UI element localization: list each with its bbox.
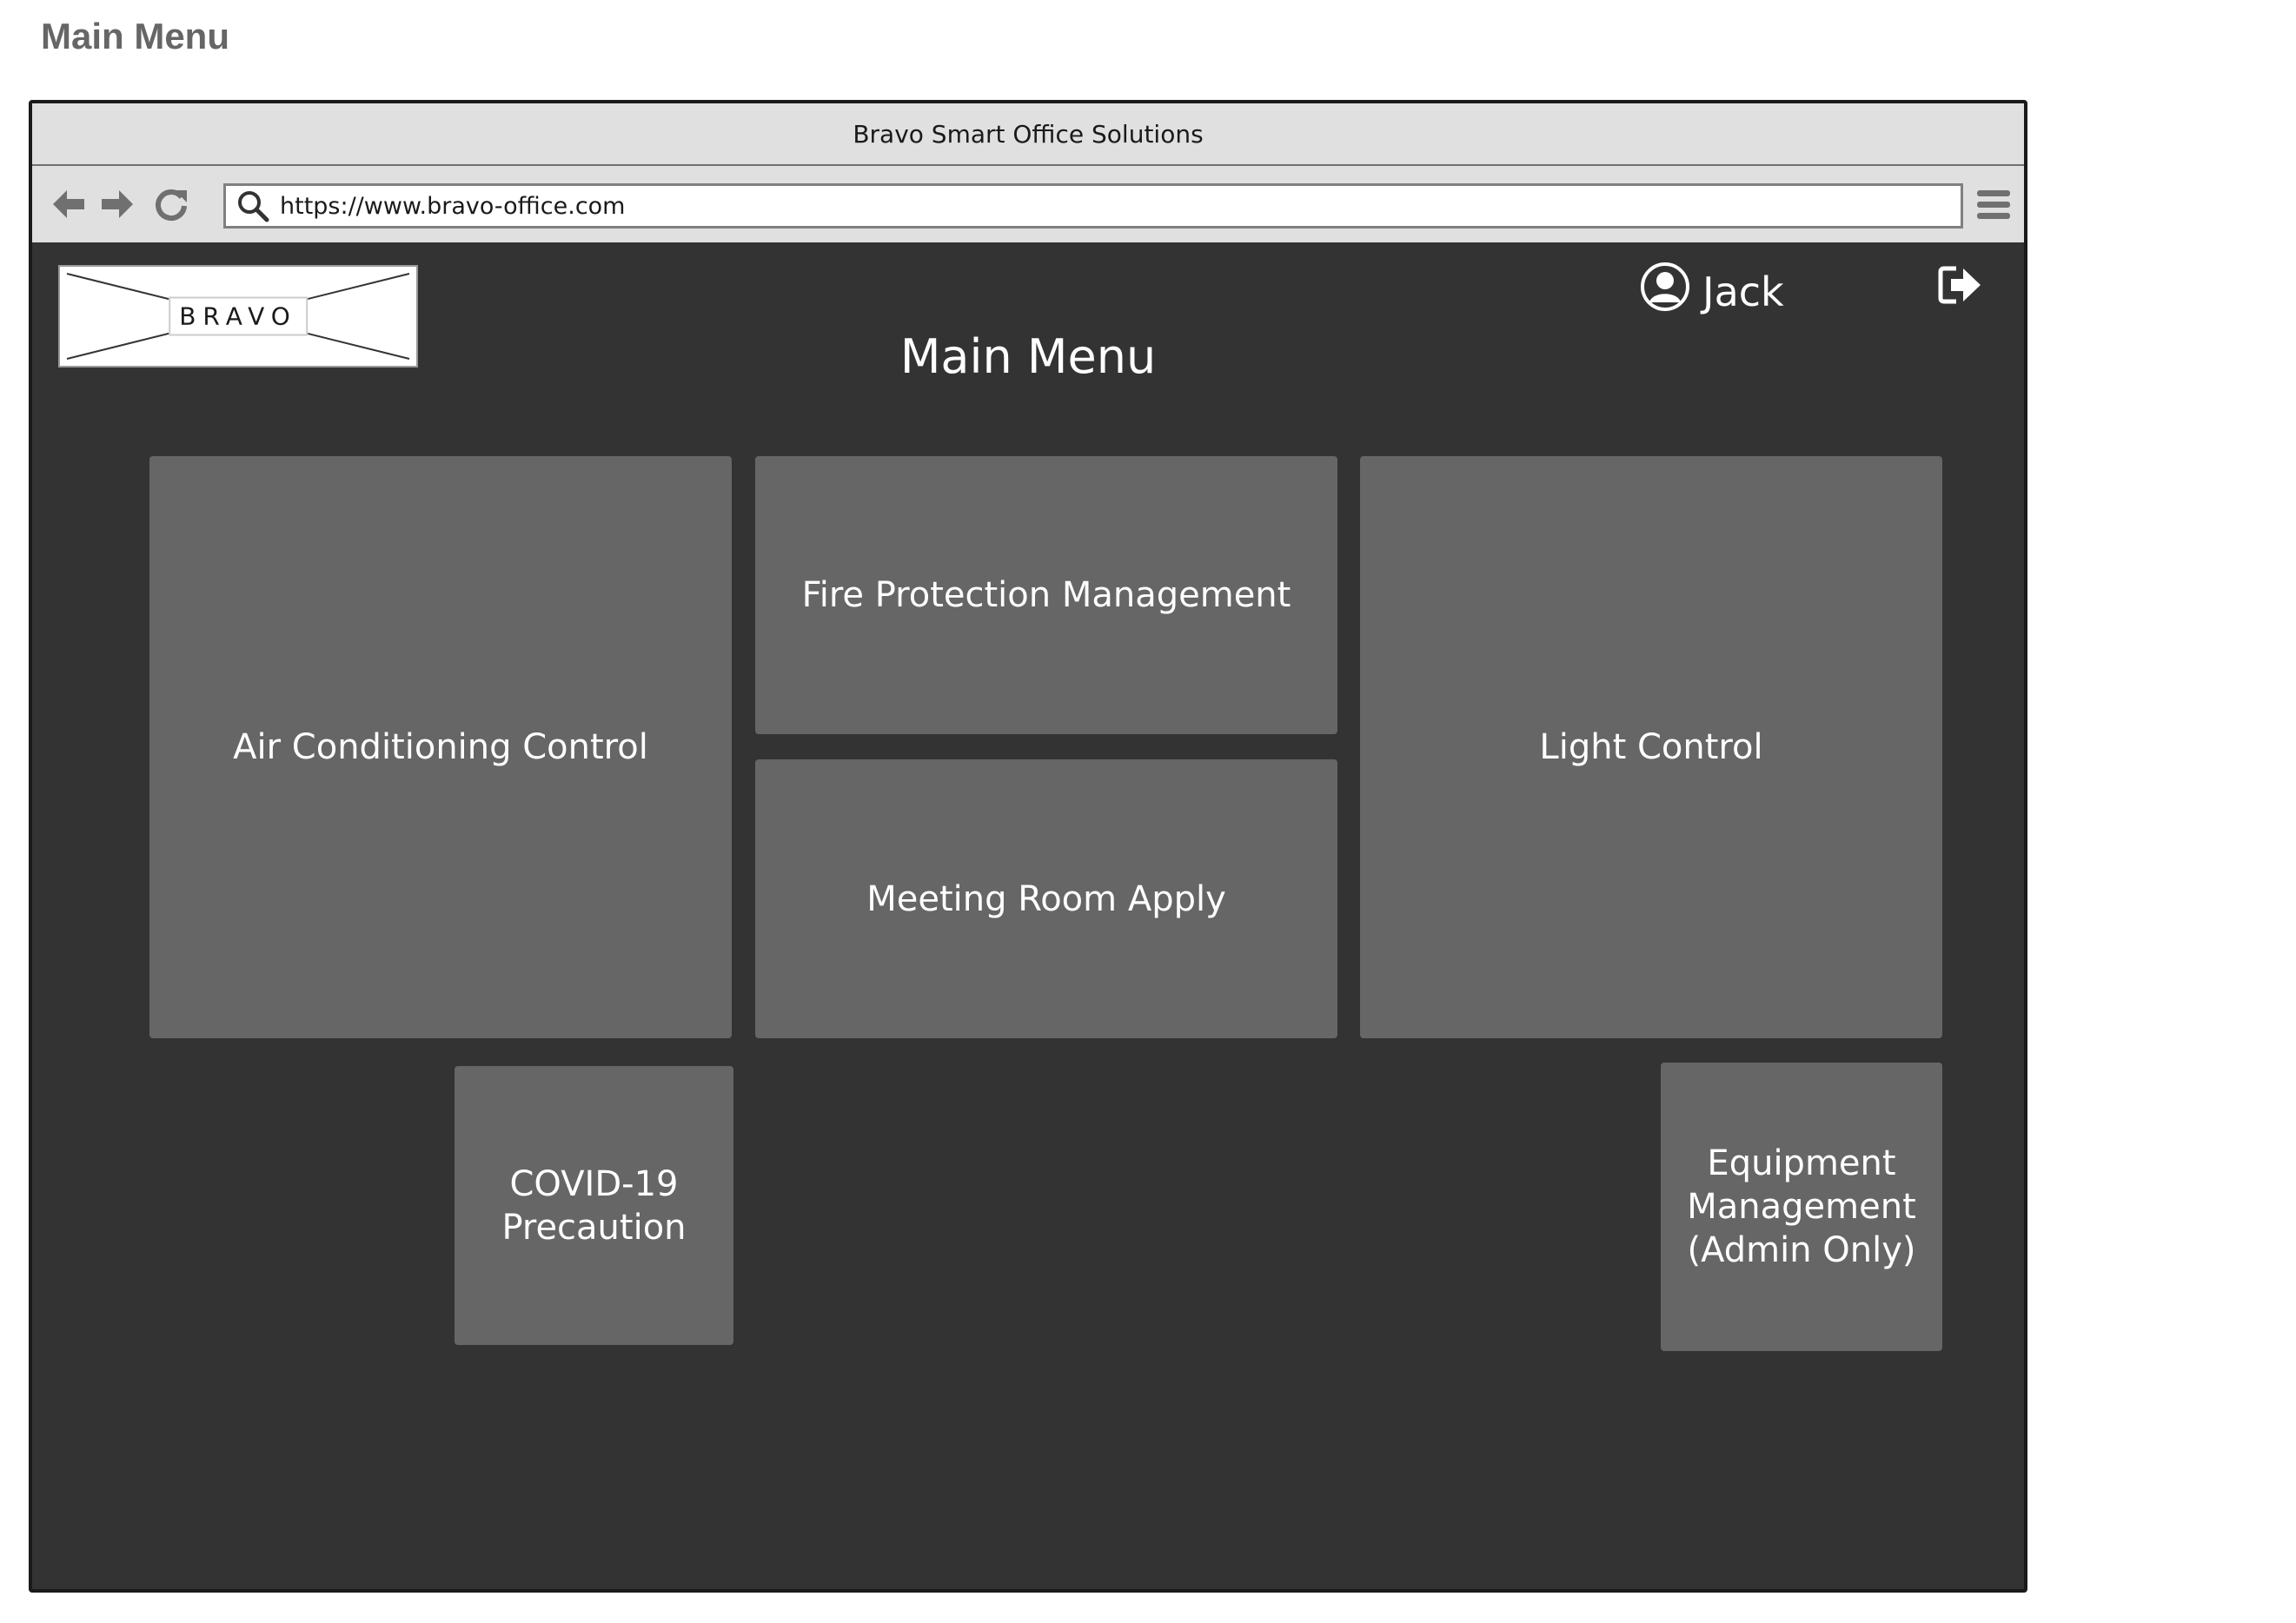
search-icon: [233, 186, 273, 226]
meeting-room-tile[interactable]: Meeting Room Apply: [755, 759, 1337, 1038]
app-content: BRAVO Jack Main Menu Air Conditioning Co…: [32, 242, 2024, 1589]
page-caption: Main Menu: [41, 16, 229, 56]
page-title: Main Menu: [899, 329, 1157, 384]
fire-protection-tile[interactable]: Fire Protection Management: [755, 456, 1337, 734]
equipment-label: Equipment Management (Admin Only): [1687, 1143, 1916, 1270]
air-conditioning-label: Air Conditioning Control: [233, 727, 648, 767]
reload-icon[interactable]: [150, 183, 192, 225]
hamburger-menu-icon[interactable]: [1975, 187, 2012, 223]
light-control-label: Light Control: [1539, 727, 1763, 767]
user-name: Jack: [1702, 268, 1784, 315]
user-menu[interactable]: Jack: [1640, 262, 1784, 321]
covid-tile[interactable]: COVID-19 Precaution: [455, 1066, 733, 1345]
covid-label: COVID-19 Precaution: [501, 1163, 687, 1248]
equipment-tile[interactable]: Equipment Management (Admin Only): [1661, 1063, 1942, 1351]
user-circle-icon: [1640, 262, 1690, 321]
browser-window: Bravo Smart Office Solutions https://www…: [29, 100, 2027, 1593]
address-bar[interactable]: https://www.bravo-office.com: [223, 183, 1963, 229]
window-title: Bravo Smart Office Solutions: [32, 103, 2024, 166]
arrow-right-icon[interactable]: [96, 183, 138, 225]
logout-icon[interactable]: [1935, 262, 1984, 308]
light-control-tile[interactable]: Light Control: [1360, 456, 1942, 1038]
fire-protection-label: Fire Protection Management: [801, 575, 1291, 615]
browser-toolbar: https://www.bravo-office.com: [32, 166, 2024, 242]
meeting-room-label: Meeting Room Apply: [866, 878, 1226, 919]
url-text: https://www.bravo-office.com: [280, 192, 626, 220]
air-conditioning-tile[interactable]: Air Conditioning Control: [149, 456, 732, 1038]
arrow-left-icon[interactable]: [48, 183, 90, 225]
